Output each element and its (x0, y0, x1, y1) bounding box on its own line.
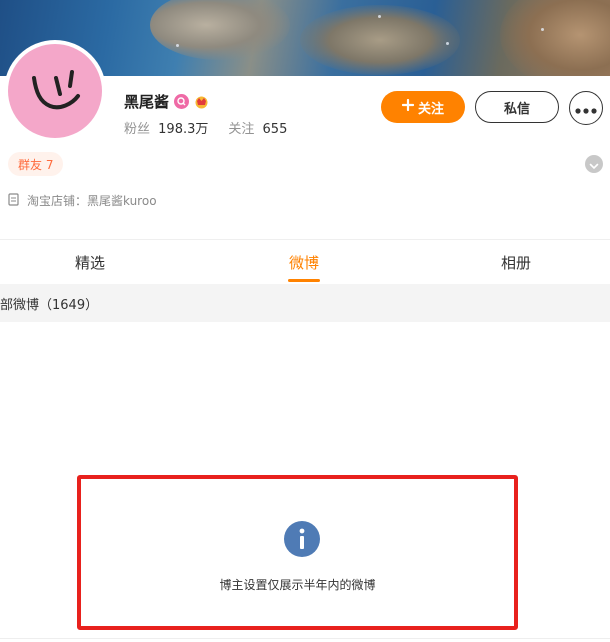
vip-crown-icon[interactable] (194, 94, 209, 109)
stat-value: 198.3万 (158, 122, 209, 137)
avatar[interactable] (4, 40, 106, 142)
profile-tabs: 精选 微博 相册 (0, 240, 610, 284)
weibo-count-label: 部微博（1649） (0, 297, 99, 313)
group-tag[interactable]: 群友 7 (8, 152, 64, 176)
message-button[interactable]: 私信 (475, 91, 559, 123)
tab-featured[interactable]: 精选 (40, 240, 140, 284)
shop-info[interactable]: 淘宝店铺：黑尾酱kuroo (8, 192, 157, 209)
document-icon (8, 192, 19, 209)
plus-icon (401, 98, 415, 115)
tab-album[interactable]: 相册 (466, 240, 566, 284)
divider (0, 638, 610, 639)
avatar-image (8, 44, 102, 138)
stat-label: 关注 (228, 122, 255, 137)
follow-button[interactable]: 关注 (381, 91, 465, 123)
stat-label: 粉丝 (124, 122, 151, 137)
ellipsis-icon (575, 99, 597, 118)
profile-name: 黑尾酱 (124, 92, 170, 111)
stat-value: 655 (262, 122, 288, 137)
following-stat[interactable]: 关注 655 (228, 118, 287, 137)
message-label: 私信 (503, 101, 530, 117)
profile-name-row: 黑尾酱 (124, 91, 209, 111)
more-button[interactable] (569, 91, 603, 125)
tab-weibo[interactable]: 微博 (254, 240, 354, 284)
verified-badge-icon[interactable] (174, 93, 190, 109)
follow-label: 关注 (417, 101, 444, 117)
notice-text: 博主设置仅展示半年内的微博 (219, 578, 376, 592)
chevron-down-icon (589, 155, 599, 174)
active-tab-indicator (288, 279, 320, 282)
fans-stat[interactable]: 粉丝 198.3万 (124, 118, 208, 137)
profile-stats: 粉丝 198.3万 关注 655 (124, 118, 287, 137)
weibo-count-bar: 部微博（1649） (0, 284, 610, 322)
shop-label: 淘宝店铺：黑尾酱kuroo (27, 194, 157, 208)
expand-button[interactable] (585, 155, 603, 173)
info-icon (284, 521, 320, 557)
